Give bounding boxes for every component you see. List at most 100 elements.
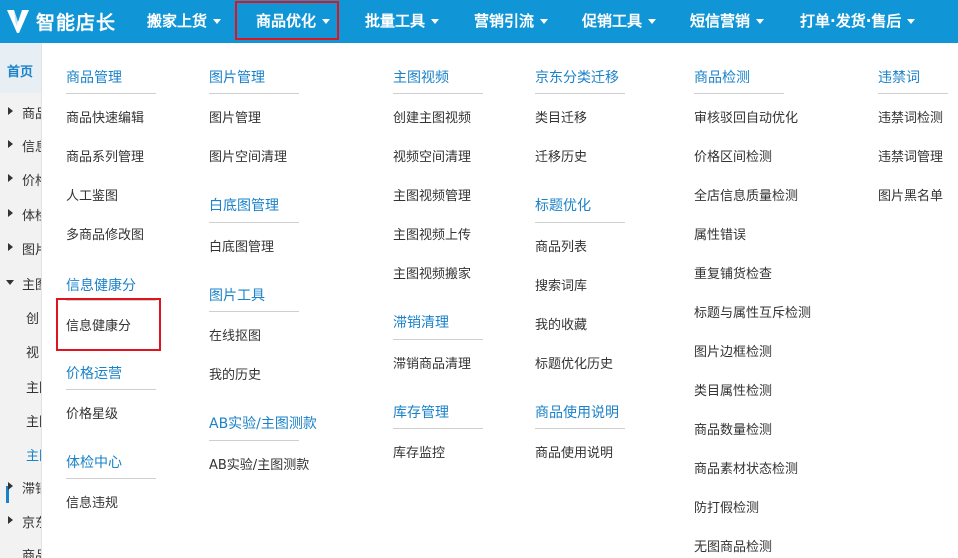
nav-item-sms[interactable]: 短信营销 bbox=[690, 0, 765, 43]
menu-heading: 滞销清理 bbox=[393, 315, 449, 331]
menu-item[interactable]: 商品列表 bbox=[535, 236, 587, 255]
highlight-box bbox=[56, 298, 161, 351]
menu-item[interactable]: 视频空间清理 bbox=[393, 146, 471, 165]
sidebar-item-label: 创 bbox=[26, 312, 40, 327]
divider bbox=[393, 93, 483, 94]
sidebar-item-label: 主图 bbox=[26, 415, 41, 430]
menu-heading: 违禁词 bbox=[878, 70, 920, 86]
sidebar-item-label: 图片 bbox=[22, 243, 41, 258]
nav-label: 批量工具 bbox=[365, 12, 426, 30]
divider bbox=[209, 93, 299, 94]
sidebar-subitem-active[interactable]: 主图 bbox=[0, 444, 41, 464]
app-logo[interactable]: 智能店长 bbox=[6, 6, 116, 36]
menu-item[interactable]: 价格星级 bbox=[66, 403, 118, 422]
sidebar-subitem[interactable]: 视 bbox=[0, 341, 41, 361]
menu-item[interactable]: 商品素材状态检测 bbox=[694, 458, 798, 477]
menu-item[interactable]: 信息违规 bbox=[66, 492, 118, 511]
sidebar-item[interactable]: 主图 bbox=[0, 273, 41, 293]
menu-item[interactable]: 创建主图视频 bbox=[393, 107, 471, 126]
menu-item[interactable]: 商品系列管理 bbox=[66, 146, 144, 165]
menu-heading: 主图视频 bbox=[393, 70, 449, 86]
menu-item[interactable]: 审核驳回自动优化 bbox=[694, 107, 798, 126]
menu-item[interactable]: 防打假检测 bbox=[694, 497, 759, 516]
sidebar-item-label: 主图 bbox=[26, 449, 41, 464]
menu-heading: 商品管理 bbox=[66, 70, 122, 86]
sidebar-item-label: 体检 bbox=[22, 209, 41, 224]
sidebar-item[interactable]: 京东 bbox=[0, 511, 41, 531]
menu-item[interactable]: 违禁词管理 bbox=[878, 146, 943, 165]
chevron-down-icon bbox=[756, 19, 765, 24]
menu-item[interactable]: 类目属性检测 bbox=[694, 380, 772, 399]
sidebar-item[interactable]: 体检 bbox=[0, 204, 41, 224]
menu-item[interactable]: 搜索词库 bbox=[535, 275, 587, 294]
sidebar-subitem[interactable]: 创 bbox=[0, 307, 41, 327]
menu-heading: 图片工具 bbox=[209, 288, 265, 304]
divider bbox=[66, 389, 156, 390]
sidebar: 首页 商品 信息 价格 体检 图片 主图 创 视 主图 主图 主图 滞销 京东 … bbox=[0, 43, 42, 558]
menu-item[interactable]: 全店信息质量检测 bbox=[694, 185, 798, 204]
sidebar-item-label: 主图 bbox=[22, 278, 41, 293]
sidebar-item[interactable]: 图片 bbox=[0, 238, 41, 258]
sidebar-subitem[interactable]: 主图 bbox=[0, 376, 41, 396]
menu-heading: 标题优化 bbox=[535, 198, 591, 214]
menu-item[interactable]: 主图视频搬家 bbox=[393, 263, 471, 282]
nav-item-shipping[interactable]: 打单·发货·售后 bbox=[800, 0, 916, 43]
menu-item[interactable]: 图片黑名单 bbox=[878, 185, 943, 204]
menu-item[interactable]: 重复铺货检查 bbox=[694, 263, 772, 282]
menu-item[interactable]: 白底图管理 bbox=[209, 236, 274, 255]
menu-item[interactable]: 我的历史 bbox=[209, 364, 261, 383]
mega-menu-dropdown: 商品管理 商品快速编辑 商品系列管理 人工鉴图 多商品修改图 信息健康分 信息健… bbox=[42, 43, 958, 558]
menu-item[interactable]: 商品快速编辑 bbox=[66, 107, 144, 126]
caret-right-icon bbox=[8, 482, 13, 490]
nav-item-promotion[interactable]: 促销工具 bbox=[582, 0, 657, 43]
menu-item[interactable]: 主图视频上传 bbox=[393, 224, 471, 243]
sidebar-item[interactable]: 商品 bbox=[0, 544, 41, 558]
sidebar-item-label: 商品 bbox=[22, 107, 41, 122]
caret-right-icon bbox=[8, 209, 13, 217]
menu-item[interactable]: 图片管理 bbox=[209, 107, 261, 126]
sidebar-item-label: 京东 bbox=[22, 516, 41, 531]
menu-item[interactable]: 主图视频管理 bbox=[393, 185, 471, 204]
menu-item[interactable]: 图片空间清理 bbox=[209, 146, 287, 165]
menu-item[interactable]: 图片边框检测 bbox=[694, 341, 772, 360]
menu-item[interactable]: 滞销商品清理 bbox=[393, 353, 471, 372]
sidebar-home[interactable]: 首页 bbox=[0, 43, 41, 93]
sidebar-item[interactable]: 信息 bbox=[0, 135, 41, 155]
menu-item[interactable]: 商品数量检测 bbox=[694, 419, 772, 438]
menu-heading: 库存管理 bbox=[393, 405, 449, 421]
nav-label: 营销引流 bbox=[474, 12, 535, 30]
sidebar-item-label: 信息 bbox=[22, 140, 41, 155]
menu-item[interactable]: 标题与属性互斥检测 bbox=[694, 302, 811, 321]
sidebar-item[interactable]: 商品 bbox=[0, 102, 41, 122]
menu-heading: 商品使用说明 bbox=[535, 405, 619, 421]
menu-item[interactable]: AB实验/主图测款 bbox=[209, 454, 309, 473]
menu-item[interactable]: 人工鉴图 bbox=[66, 185, 118, 204]
sidebar-item[interactable]: 滞销 bbox=[0, 477, 41, 497]
chevron-down-icon bbox=[431, 19, 440, 24]
menu-item[interactable]: 多商品修改图 bbox=[66, 224, 144, 243]
divider bbox=[694, 93, 784, 94]
menu-item[interactable]: 无图商品检测 bbox=[694, 536, 772, 555]
menu-item[interactable]: 商品使用说明 bbox=[535, 442, 613, 461]
caret-right-icon bbox=[8, 140, 13, 148]
nav-item-migrate[interactable]: 搬家上货 bbox=[147, 0, 222, 43]
top-navbar: 智能店长 搬家上货 商品优化 批量工具 营销引流 促销工具 短信营销 打单·发货… bbox=[0, 0, 958, 43]
menu-item[interactable]: 属性错误 bbox=[694, 224, 746, 243]
menu-item[interactable]: 我的收藏 bbox=[535, 314, 587, 333]
logo-icon bbox=[7, 10, 29, 33]
menu-item[interactable]: 标题优化历史 bbox=[535, 353, 613, 372]
menu-item[interactable]: 库存监控 bbox=[393, 442, 445, 461]
menu-item[interactable]: 类目迁移 bbox=[535, 107, 587, 126]
menu-item[interactable]: 违禁词检测 bbox=[878, 107, 943, 126]
menu-heading: 白底图管理 bbox=[209, 198, 279, 214]
menu-item[interactable]: 价格区间检测 bbox=[694, 146, 772, 165]
sidebar-subitem[interactable]: 主图 bbox=[0, 410, 41, 430]
sidebar-item-label: 主图 bbox=[26, 381, 41, 396]
caret-right-icon bbox=[8, 107, 13, 115]
menu-item[interactable]: 在线抠图 bbox=[209, 325, 261, 344]
menu-heading: 价格运营 bbox=[66, 366, 122, 382]
nav-item-batch-tools[interactable]: 批量工具 bbox=[365, 0, 440, 43]
nav-item-marketing[interactable]: 营销引流 bbox=[474, 0, 549, 43]
menu-item[interactable]: 迁移历史 bbox=[535, 146, 587, 165]
sidebar-item[interactable]: 价格 bbox=[0, 169, 41, 189]
